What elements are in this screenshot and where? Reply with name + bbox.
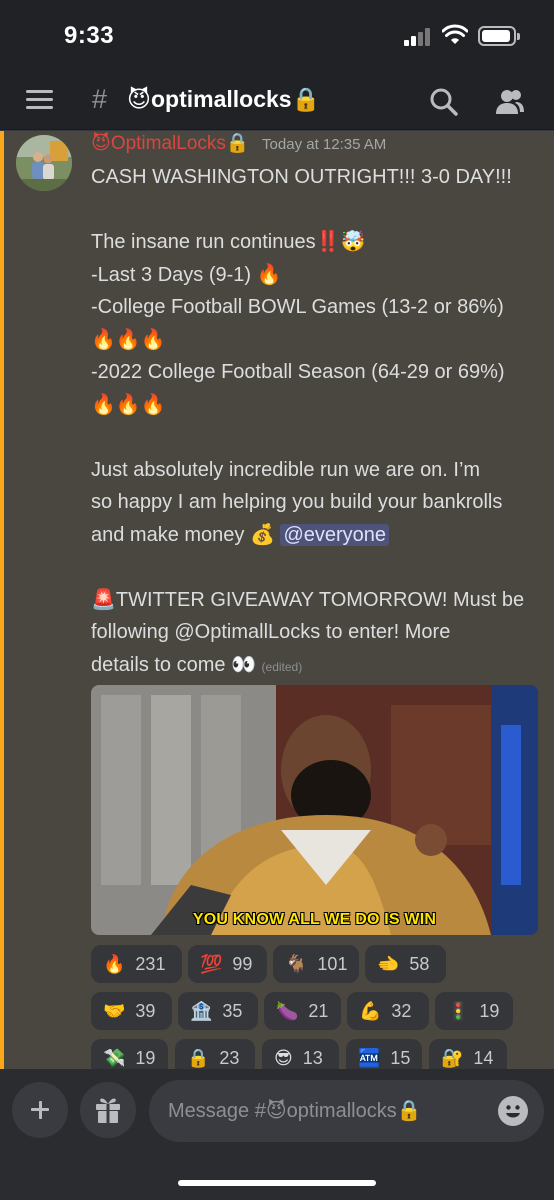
reaction-bank[interactable]: 🏦 35 <box>178 992 258 1030</box>
message-line: -Last 3 Days (9-1) 🔥 <box>91 263 282 286</box>
reaction-traffic-light[interactable]: 🚦 19 <box>435 992 513 1030</box>
home-indicator[interactable] <box>178 1180 376 1186</box>
reaction-emoji: 💯 <box>200 953 223 975</box>
reaction-lock[interactable]: 🔒 23 <box>175 1039 255 1069</box>
message-line: -2022 College Football Season (64-29 or … <box>91 361 505 383</box>
reaction-hand[interactable]: 🫲 58 <box>365 945 446 983</box>
reaction-hundred[interactable]: 💯 99 <box>188 945 267 983</box>
channel-title[interactable]: 😈optimallocks🔒 <box>127 86 320 113</box>
search-icon[interactable] <box>428 86 460 118</box>
message-text: and make money 💰 <box>91 523 281 546</box>
reaction-emoji: 💪 <box>359 1000 382 1022</box>
message[interactable]: 😈OptimalLocks🔒 Today at 12:35 AM CASH WA… <box>91 131 543 683</box>
reaction-locked-key[interactable]: 🔐 14 <box>429 1039 507 1069</box>
reaction-emoji: 🚦 <box>447 1000 470 1022</box>
channel-header: # 😈optimallocks🔒 <box>0 74 554 130</box>
message-line: 🔥🔥🔥 <box>91 328 166 351</box>
reaction-emoji: 🔒 <box>187 1047 210 1069</box>
hamburger-menu-icon[interactable] <box>26 89 53 111</box>
reaction-emoji: 🍆 <box>276 1000 299 1022</box>
message-timestamp: Today at 12:35 AM <box>262 136 387 153</box>
reaction-emoji: 💸 <box>103 1047 126 1069</box>
channel-emoji: 😈 <box>127 87 151 113</box>
emoji-icon[interactable] <box>498 1096 528 1126</box>
gift-button[interactable] <box>80 1082 136 1138</box>
message-header: 😈OptimalLocks🔒 Today at 12:35 AM <box>91 131 543 161</box>
message-content: CASH WASHINGTON OUTRIGHT!!! 3-0 DAY!!! T… <box>91 161 543 683</box>
reaction-atm[interactable]: 🏧 15 <box>346 1039 422 1069</box>
message-line: -College Football BOWL Games (13-2 or 86… <box>91 296 504 318</box>
message-line: details to come 👀 (edited) <box>91 649 543 684</box>
reaction-money-wings[interactable]: 💸 19 <box>91 1039 168 1069</box>
message-line: The insane run continues‼️🤯 <box>91 231 366 253</box>
add-attachment-button[interactable] <box>12 1082 68 1138</box>
gif-caption: YOU KNOW ALL WE DO IS WIN <box>192 911 437 928</box>
reaction-emoji: 😎 <box>274 1047 293 1069</box>
battery-icon <box>478 26 520 46</box>
reaction-count: 32 <box>391 1000 412 1021</box>
channel-name: optimallocks <box>150 86 292 112</box>
reaction-emoji: 🫲 <box>377 953 400 975</box>
reaction-fire[interactable]: 🔥 231 <box>91 945 182 983</box>
reaction-count: 19 <box>479 1000 500 1021</box>
gif-image <box>91 685 538 935</box>
reaction-emoji: 🔥 <box>103 953 126 975</box>
reaction-emoji: 🐐 <box>285 953 308 975</box>
gift-icon <box>96 1098 120 1123</box>
reaction-count: 35 <box>222 1000 243 1021</box>
message-line: Just absolutely incredible run we are on… <box>91 458 481 481</box>
message-list[interactable]: 😈OptimalLocks🔒 Today at 12:35 AM CASH WA… <box>0 131 554 1069</box>
message-input[interactable]: Message #😈optimallocks🔒 <box>149 1080 544 1142</box>
status-bar: 9:33 <box>0 0 554 74</box>
reaction-count: 231 <box>135 953 166 974</box>
wifi-icon <box>442 24 468 44</box>
avatar[interactable] <box>16 135 72 191</box>
reaction-muscle[interactable]: 💪 32 <box>347 992 429 1030</box>
members-icon[interactable] <box>494 86 526 118</box>
reaction-handshake[interactable]: 🤝 39 <box>91 992 172 1030</box>
message-line: CASH WASHINGTON OUTRIGHT!!! 3-0 DAY!!! <box>91 166 512 188</box>
reaction-count: 21 <box>308 1000 329 1021</box>
reaction-count: 101 <box>317 953 348 974</box>
message-line: so happy I am helping you build your ban… <box>91 491 503 513</box>
reaction-goat[interactable]: 🐐 101 <box>273 945 359 983</box>
reaction-emoji: 🏧 <box>358 1047 381 1069</box>
reaction-emoji: 🏦 <box>190 1000 213 1022</box>
reaction-count: 39 <box>135 1000 156 1021</box>
reaction-sunglasses[interactable]: 😎 13 <box>262 1039 339 1069</box>
status-time: 9:33 <box>64 22 115 49</box>
reaction-count: 19 <box>135 1047 156 1068</box>
author-lock: 🔒 <box>225 132 250 154</box>
reaction-count: 23 <box>219 1047 240 1068</box>
message-line: following @OptimallLocks to enter! More <box>91 621 451 643</box>
author-name[interactable]: OptimalLocks <box>111 133 226 154</box>
channel-lock: 🔒 <box>291 87 321 113</box>
message-input-placeholder: Message #😈optimallocks🔒 <box>168 1100 422 1122</box>
everyone-mention[interactable]: @everyone <box>280 523 390 546</box>
reaction-count: 99 <box>232 953 253 974</box>
channel-hash-icon: # <box>92 84 108 114</box>
reaction-emoji: 🤝 <box>103 1000 126 1022</box>
reaction-emoji: 🔐 <box>441 1047 464 1069</box>
mention-highlight-bar <box>0 131 4 1069</box>
message-line: 🚨TWITTER GIVEAWAY TOMORROW! Must be <box>91 588 525 611</box>
message-text: details to come 👀 <box>91 653 262 676</box>
reaction-count: 14 <box>473 1047 494 1068</box>
message-line: and make money 💰 @everyone <box>91 519 543 552</box>
reaction-count: 15 <box>390 1047 411 1068</box>
message-line: 🔥🔥🔥 <box>91 393 166 416</box>
author-emoji: 😈 <box>91 132 111 154</box>
edited-tag: (edited) <box>261 659 303 674</box>
reaction-count: 13 <box>302 1047 323 1068</box>
gif-embed[interactable]: YOU KNOW ALL WE DO IS WIN <box>91 685 538 935</box>
reaction-eggplant[interactable]: 🍆 21 <box>264 992 341 1030</box>
cellular-signal-icon <box>404 28 434 46</box>
reaction-count: 58 <box>409 953 430 974</box>
